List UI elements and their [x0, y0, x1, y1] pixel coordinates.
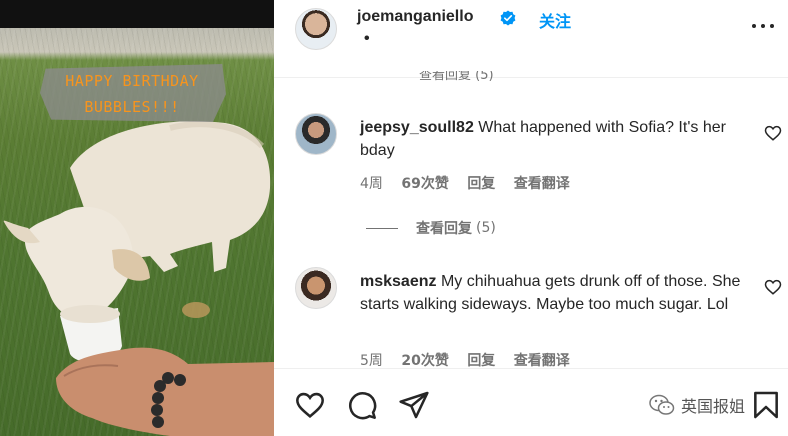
author-username[interactable]: joemanganiello: [357, 8, 473, 26]
comment-likes[interactable]: 69次赞: [401, 176, 448, 192]
translate-button[interactable]: 查看翻译: [514, 176, 570, 192]
watermark: 英国报姐: [649, 393, 745, 417]
more-options-icon[interactable]: [752, 22, 774, 30]
comment-text-block: jeepsy_soull82 What happened with Sofia?…: [360, 116, 744, 162]
comment-time: 4周: [360, 176, 383, 192]
author-avatar[interactable]: [295, 8, 337, 50]
follow-button[interactable]: 关注: [539, 8, 571, 32]
commenter-avatar[interactable]: [295, 267, 337, 309]
bookmark-icon[interactable]: [750, 389, 782, 421]
reply-button[interactable]: 回复: [467, 353, 495, 369]
birthday-banner-text: HAPPY BIRTHDAY BUBBLES!!!: [65, 72, 199, 116]
share-icon[interactable]: [398, 389, 430, 421]
comment-username[interactable]: msksaenz: [360, 273, 437, 290]
translate-button[interactable]: 查看翻译: [514, 353, 570, 369]
view-replies-button[interactable]: 查看回复 (5): [366, 218, 496, 238]
comment-meta: 4周 69次赞 回复 查看翻译: [360, 173, 584, 193]
comment-time: 5周: [360, 353, 383, 369]
post-header: joemanganiello 关注 • 查看回复 (5): [274, 0, 788, 83]
view-replies-label: 查看回复: [416, 221, 472, 237]
heart-icon[interactable]: [294, 389, 326, 421]
comment-icon[interactable]: [346, 389, 378, 421]
reply-button[interactable]: 回复: [467, 176, 495, 192]
like-comment-heart-icon[interactable]: [764, 278, 782, 296]
post-action-bar: 英国报姐: [274, 368, 788, 436]
verified-badge-icon: [500, 10, 516, 26]
comment-text-block: msksaenz My chihuahua gets drunk off of …: [360, 270, 744, 316]
header-separator: •: [364, 30, 370, 47]
comment-username[interactable]: jeepsy_soull82: [360, 119, 474, 136]
watermark-text: 英国报姐: [681, 397, 746, 416]
replies-divider: [366, 227, 398, 229]
view-replies-count: (5): [476, 220, 496, 236]
comment-likes[interactable]: 20次赞: [401, 353, 448, 369]
post-side-panel: joemanganiello 关注 • 查看回复 (5) jeepsy_soul…: [274, 0, 788, 436]
commenter-avatar[interactable]: [295, 113, 337, 155]
like-comment-heart-icon[interactable]: [764, 124, 782, 142]
wechat-icon: [649, 394, 675, 415]
post-media[interactable]: HAPPY BIRTHDAY BUBBLES!!!: [0, 0, 274, 436]
comment-meta: 5周 20次赞 回复 查看翻译: [360, 350, 584, 370]
partial-view-replies[interactable]: 查看回复 (5): [419, 71, 494, 83]
